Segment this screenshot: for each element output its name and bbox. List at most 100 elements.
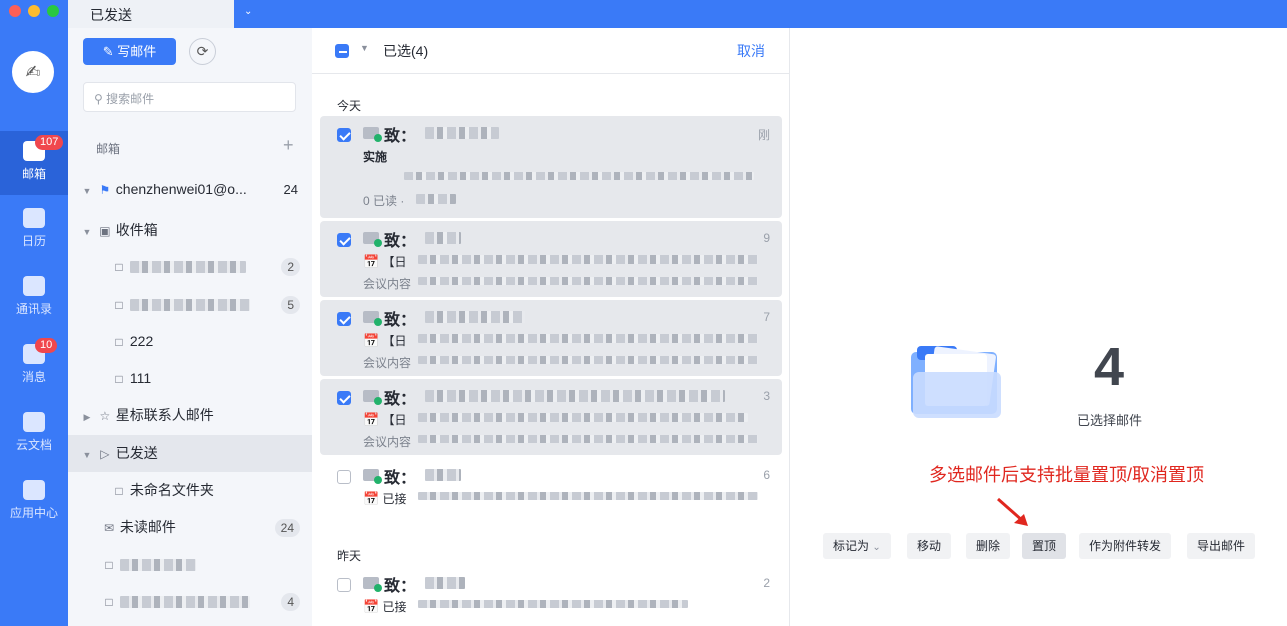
tab-sent[interactable]: 已发送 <box>68 0 234 28</box>
sent-mail-icon <box>363 469 382 484</box>
delete-button[interactable]: 删除 <box>966 533 1011 559</box>
mail-checkbox[interactable] <box>337 233 351 247</box>
folder-count: 4 <box>281 593 300 611</box>
caret-down-icon[interactable]: ▼ <box>80 437 94 474</box>
sent-mail-icon <box>363 390 382 405</box>
rail-item-calendar[interactable]: 日历 <box>0 198 68 262</box>
minimize-window-button[interactable] <box>28 5 40 17</box>
rail-item-contacts[interactable]: 通讯录 <box>0 266 68 330</box>
mail-list: ▼ 已选(4) 取消 今天 致： 刚 实施 0 已读 · 致： 9 📅 【日 会… <box>312 28 790 626</box>
redacted-preview <box>418 435 758 443</box>
folder-subfolder[interactable]: □ 2 <box>68 248 312 285</box>
account-row[interactable]: ▼ ⚑ chenzhenwei01@o... 24 <box>68 171 312 208</box>
folder-unread[interactable]: ✉ 未读邮件 24 <box>68 509 312 546</box>
chevron-down-icon: ⌄ <box>872 542 881 553</box>
mail-recipient-prefix: 致： <box>384 391 417 408</box>
mail-time: 6 <box>763 468 770 482</box>
close-window-button[interactable] <box>9 5 21 17</box>
mail-checkbox[interactable] <box>337 578 351 592</box>
caret-down-icon[interactable]: ▼ <box>80 214 94 251</box>
rail-label: 日历 <box>21 234 46 248</box>
compose-label: 写邮件 <box>117 44 157 59</box>
unread-badge: 107 <box>35 135 64 150</box>
calendar-icon: 📅 <box>363 412 380 427</box>
caret-right-icon[interactable]: ▶ <box>80 399 94 436</box>
folder-starred[interactable]: ▶ ☆ 星标联系人邮件 <box>68 397 312 434</box>
folder-inbox[interactable]: ▼ ▣ 收件箱 <box>68 212 312 249</box>
forward-as-attachment-button[interactable]: 作为附件转发 <box>1079 533 1172 559</box>
folder-subfolder[interactable]: □ <box>68 546 312 583</box>
rail-item-messages[interactable]: 10 消息 <box>0 334 68 398</box>
message-badge: 10 <box>35 338 58 353</box>
mail-preview: 会议内容 <box>363 435 412 449</box>
folder-count: 5 <box>281 296 300 314</box>
redacted-preview <box>418 356 758 364</box>
chevron-down-icon[interactable]: ⌄ <box>244 6 252 17</box>
folder-sent[interactable]: ▼ ▷ 已发送 <box>68 435 312 472</box>
rail-label: 云文档 <box>15 438 52 452</box>
export-mail-button[interactable]: 导出邮件 <box>1187 533 1256 559</box>
compose-button[interactable]: ✎ 写邮件 <box>83 38 176 65</box>
move-button[interactable]: 移动 <box>907 533 952 559</box>
redacted-subject <box>418 413 748 422</box>
caret-down-icon[interactable]: ▼ <box>80 173 94 210</box>
mark-as-button[interactable]: 标记为 ⌄ <box>823 533 891 559</box>
folder-subfolder[interactable]: □ 4 <box>68 583 312 620</box>
folder-unnamed[interactable]: □ 未命名文件夹 <box>68 472 312 509</box>
redacted-subject <box>418 255 758 264</box>
arrow-icon <box>997 497 1028 526</box>
selection-summary-panel: 4 已选择邮件 多选邮件后支持批量置顶/取消置顶 标记为 ⌄ 移动 删除 置顶 … <box>791 28 1287 626</box>
folder-icon: □ <box>115 260 123 274</box>
folder-subfolder[interactable]: □ 5 <box>68 286 312 323</box>
folder-icon: □ <box>115 372 123 386</box>
title-bar: 已发送 ⌄ <box>0 0 1287 28</box>
refresh-button[interactable]: ⟳ <box>189 38 216 65</box>
mail-recipient-prefix: 致： <box>384 578 417 595</box>
mail-checkbox[interactable] <box>337 312 351 326</box>
maximize-window-button[interactable] <box>47 5 59 17</box>
mail-item[interactable]: 致： 9 📅 【日 会议内容 <box>320 221 782 297</box>
redacted-recipient <box>425 127 499 139</box>
rail-item-cloud-docs[interactable]: 云文档 <box>0 402 68 466</box>
search-icon: ⚲ <box>94 92 107 106</box>
redacted-recipient <box>425 577 465 589</box>
mail-recipient-prefix: 致： <box>384 128 417 145</box>
mail-preview: 会议内容 <box>363 356 412 370</box>
account-name: chenzhenwei01@o... <box>115 181 247 197</box>
folder-222[interactable]: □ 222 <box>68 323 312 360</box>
mail-subject: 📅 已接 <box>363 490 407 507</box>
mail-checkbox[interactable] <box>337 470 351 484</box>
apps-grid-icon <box>23 480 45 500</box>
mail-item[interactable]: 致： 刚 实施 0 已读 · <box>320 116 782 218</box>
mail-recipient-prefix: 致： <box>384 233 417 250</box>
cancel-selection-button[interactable]: 取消 <box>737 41 765 61</box>
rail-item-mail[interactable]: 107 邮箱 <box>0 131 68 195</box>
pin-button[interactable]: 置顶 <box>1022 533 1067 559</box>
select-all-checkbox[interactable] <box>335 44 349 58</box>
sent-mail-icon <box>363 232 382 247</box>
mail-checkbox[interactable] <box>337 391 351 405</box>
app-rail: ✍ 107 邮箱 日历 通讯录 10 消息 云文档 应用中心 <box>0 28 68 626</box>
mail-item[interactable]: 致： 2 📅 已接 <box>320 566 782 622</box>
mail-item[interactable]: 致： 3 📅 【日 会议内容 <box>320 379 782 455</box>
folder-icon: □ <box>105 558 113 572</box>
calendar-icon: 📅 <box>363 254 380 269</box>
star-icon: ☆ <box>99 409 111 423</box>
mail-recipient-prefix: 致： <box>384 470 417 487</box>
sent-mail-icon <box>363 311 382 326</box>
rail-item-app-center[interactable]: 应用中心 <box>0 470 68 534</box>
mail-checkbox[interactable] <box>337 128 351 142</box>
mail-subject-text: 【日 <box>382 255 407 269</box>
search-input[interactable]: ⚲ 搜索邮件 <box>83 82 296 112</box>
calendar-icon: 📅 <box>363 333 380 348</box>
avatar[interactable]: ✍ <box>12 51 54 93</box>
folder-111[interactable]: □ 111 <box>68 360 312 397</box>
add-folder-button[interactable]: + <box>283 135 294 156</box>
mail-item[interactable]: 致： 7 📅 【日 会议内容 <box>320 300 782 376</box>
mail-subject-text: 已接 <box>382 600 407 614</box>
mail-item[interactable]: 致： 6 📅 已接 <box>320 458 782 534</box>
folder-label: 222 <box>129 333 154 349</box>
rail-label: 邮箱 <box>21 167 46 181</box>
chevron-down-icon[interactable]: ▼ <box>360 43 369 53</box>
edit-icon: ✎ <box>102 44 118 59</box>
